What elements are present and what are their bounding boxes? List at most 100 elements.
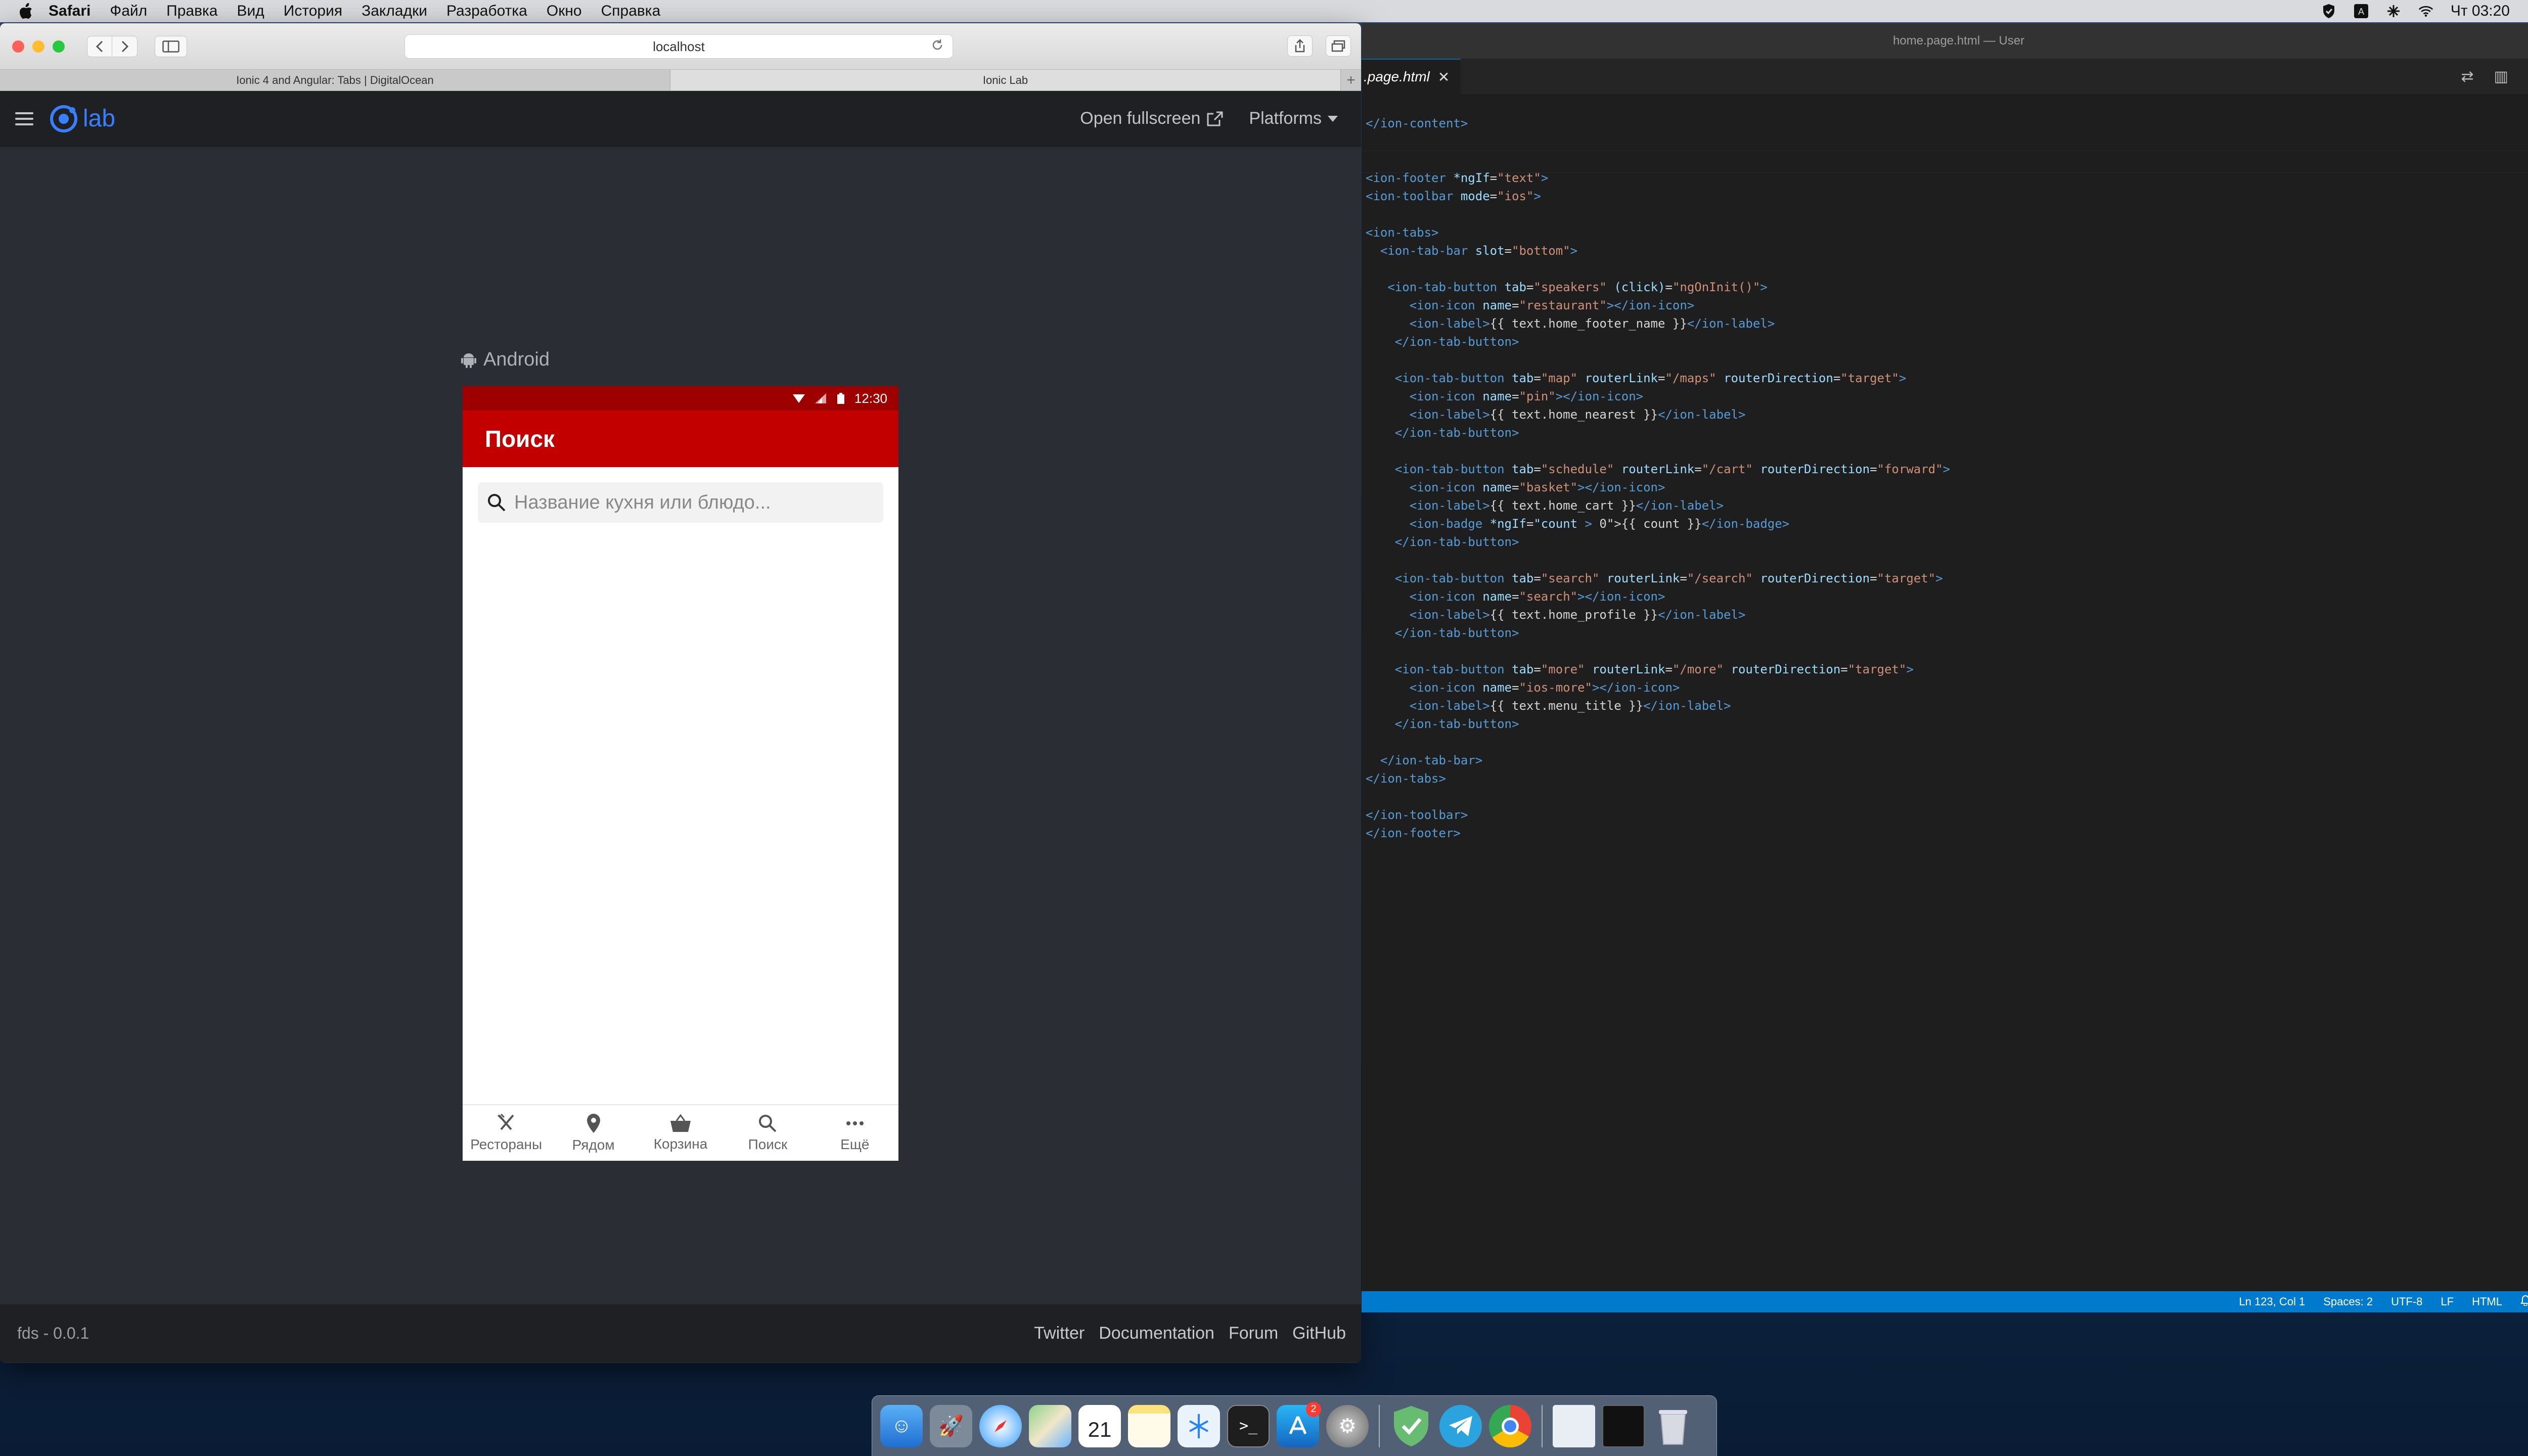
footer-link-github[interactable]: GitHub xyxy=(1292,1324,1346,1343)
code-line[interactable] xyxy=(1366,351,2528,369)
trash-icon[interactable] xyxy=(1652,1405,1694,1447)
input-source-icon[interactable]: A xyxy=(2354,4,2369,19)
code-line[interactable]: <ion-tab-button tab="speakers" (click)="… xyxy=(1366,278,2528,296)
code-line[interactable]: </ion-tab-button> xyxy=(1366,624,2528,642)
forward-button[interactable] xyxy=(112,35,138,57)
code-line[interactable]: </ion-tab-bar> xyxy=(1366,751,2528,769)
tab-digitalocean[interactable]: Ionic 4 and Angular: Tabs | DigitalOcean xyxy=(0,70,670,90)
tab-restaurants[interactable]: Рестораны xyxy=(463,1105,550,1161)
menu-view[interactable]: Вид xyxy=(237,3,264,20)
code-editor[interactable]: </ion-content> <ion-footer *ngIf="text"> <… xyxy=(1362,114,2528,842)
code-line[interactable]: <ion-label>{{ text.home_footer_name }}</… xyxy=(1366,314,2528,333)
footer-link-documentation[interactable]: Documentation xyxy=(1099,1324,1214,1343)
menu-file[interactable]: Файл xyxy=(110,3,147,20)
chrome-icon[interactable] xyxy=(1489,1404,1531,1447)
menu-icon[interactable] xyxy=(15,112,33,125)
code-line[interactable]: <ion-tab-bar slot="bottom"> xyxy=(1366,242,2528,260)
code-line[interactable]: </ion-content> xyxy=(1366,114,2528,132)
footer-link-forum[interactable]: Forum xyxy=(1229,1324,1278,1343)
code-line[interactable] xyxy=(1366,642,2528,660)
maps-icon[interactable] xyxy=(1029,1404,1071,1447)
launchpad-icon[interactable]: 🚀 xyxy=(930,1404,972,1447)
telegram-icon[interactable] xyxy=(1439,1404,1482,1447)
system-preferences-icon[interactable]: ⚙ xyxy=(1326,1404,1369,1447)
code-line[interactable] xyxy=(1366,733,2528,751)
code-line[interactable] xyxy=(1366,442,2528,460)
code-line[interactable]: <ion-label>{{ text.menu_title }}</ion-la… xyxy=(1366,697,2528,715)
terminal-window-icon[interactable] xyxy=(1602,1404,1645,1447)
adguard-icon[interactable] xyxy=(1390,1405,1432,1447)
wifi-icon[interactable] xyxy=(2418,4,2433,19)
code-line[interactable]: <ion-icon name="ios-more"></ion-icon> xyxy=(1366,678,2528,697)
menu-edit[interactable]: Правка xyxy=(166,3,217,20)
close-icon[interactable]: ✕ xyxy=(1438,69,1450,85)
code-line[interactable] xyxy=(1366,260,2528,278)
code-line[interactable]: <ion-tab-button tab="more" routerLink="/… xyxy=(1366,660,2528,678)
tab-overview-button[interactable] xyxy=(1326,35,1351,57)
code-line[interactable]: </ion-tab-button> xyxy=(1366,424,2528,442)
code-line[interactable]: <ion-badge *ngIf="count > 0">{{ count }}… xyxy=(1366,515,2528,533)
calendar-icon[interactable]: 21 xyxy=(1078,1404,1121,1447)
menu-history[interactable]: История xyxy=(284,3,342,20)
code-line[interactable]: <ion-tab-button tab="schedule" routerLin… xyxy=(1366,460,2528,478)
menu-window[interactable]: Окно xyxy=(547,3,582,20)
back-button[interactable] xyxy=(87,35,112,57)
tab-nearby[interactable]: Рядом xyxy=(550,1105,637,1161)
menu-develop[interactable]: Разработка xyxy=(446,3,527,20)
code-line[interactable]: <ion-icon name="restaurant"></ion-icon> xyxy=(1366,296,2528,314)
code-line[interactable]: <ion-icon name="search"></ion-icon> xyxy=(1366,587,2528,606)
menu-safari[interactable]: Safari xyxy=(49,3,91,20)
bell-icon[interactable] xyxy=(2520,1295,2528,1309)
safari-icon[interactable] xyxy=(979,1404,1022,1447)
open-fullscreen-link[interactable]: Open fullscreen xyxy=(1080,109,1224,128)
encoding[interactable]: UTF-8 xyxy=(2391,1295,2422,1308)
notes-icon[interactable] xyxy=(1128,1404,1170,1447)
code-line[interactable]: </ion-tab-button> xyxy=(1366,333,2528,351)
preview-icon[interactable] xyxy=(1553,1404,1595,1447)
indentation[interactable]: Spaces: 2 xyxy=(2323,1295,2373,1308)
platforms-dropdown[interactable]: Platforms xyxy=(1249,109,1338,128)
code-line[interactable] xyxy=(1366,788,2528,806)
menu-bookmarks[interactable]: Закладки xyxy=(362,3,427,20)
code-line[interactable]: </ion-toolbar> xyxy=(1366,806,2528,824)
menu-help[interactable]: Справка xyxy=(601,3,661,20)
search-input[interactable]: Название кухня или блюдо... xyxy=(478,482,883,523)
code-line[interactable] xyxy=(1366,205,2528,223)
cursor-position[interactable]: Ln 123, Col 1 xyxy=(2239,1295,2305,1308)
code-line[interactable]: <ion-label>{{ text.home_profile }}</ion-… xyxy=(1366,606,2528,624)
code-line[interactable] xyxy=(1366,132,2528,151)
language-mode[interactable]: HTML xyxy=(2472,1295,2502,1308)
terminal-icon[interactable]: >_ xyxy=(1227,1404,1270,1447)
reload-icon[interactable] xyxy=(931,38,943,55)
code-line[interactable]: <ion-icon name="pin"></ion-icon> xyxy=(1366,387,2528,405)
address-bar[interactable]: localhost xyxy=(404,34,953,59)
tab-more[interactable]: Ещё xyxy=(811,1105,898,1161)
split-editor-icon[interactable]: ▥ xyxy=(2494,68,2508,85)
compare-changes-icon[interactable]: ⇄ xyxy=(2461,68,2474,85)
code-line[interactable]: </ion-tab-button> xyxy=(1366,533,2528,551)
apple-icon[interactable] xyxy=(18,3,35,20)
appstore-icon[interactable]: 2 xyxy=(1277,1401,1321,1447)
code-line[interactable]: <ion-label>{{ text.home_nearest }}</ion-… xyxy=(1366,405,2528,424)
code-line[interactable]: <ion-footer *ngIf="text"> xyxy=(1366,169,2528,187)
footer-link-twitter[interactable]: Twitter xyxy=(1034,1324,1085,1343)
sidebar-toggle-button[interactable] xyxy=(155,35,187,57)
code-line[interactable]: <ion-tab-button tab="map" routerLink="/m… xyxy=(1366,369,2528,387)
share-button[interactable] xyxy=(1287,35,1313,57)
line-ending[interactable]: LF xyxy=(2441,1295,2454,1308)
minimize-window-button[interactable] xyxy=(32,40,44,53)
code-line[interactable]: </ion-tab-button> xyxy=(1366,715,2528,733)
code-line[interactable]: <ion-tab-button tab="search" routerLink=… xyxy=(1366,569,2528,587)
vpn-icon[interactable] xyxy=(2386,4,2401,19)
menubar-clock[interactable]: Чт 03:20 xyxy=(2451,3,2510,20)
code-line[interactable]: <ion-toolbar mode="ios"> xyxy=(1366,187,2528,205)
sourcetree-icon[interactable] xyxy=(1178,1404,1220,1447)
code-line[interactable]: </ion-footer> xyxy=(1366,824,2528,842)
close-window-button[interactable] xyxy=(12,40,24,53)
code-line[interactable] xyxy=(1366,151,2528,169)
editor-tab-home-page-html[interactable]: .page.html ✕ xyxy=(1362,59,1461,94)
tab-search[interactable]: Поиск xyxy=(724,1105,811,1161)
finder-icon[interactable]: ☺ xyxy=(880,1404,923,1447)
zoom-window-button[interactable] xyxy=(53,40,65,53)
tab-cart[interactable]: Корзина xyxy=(637,1105,724,1161)
